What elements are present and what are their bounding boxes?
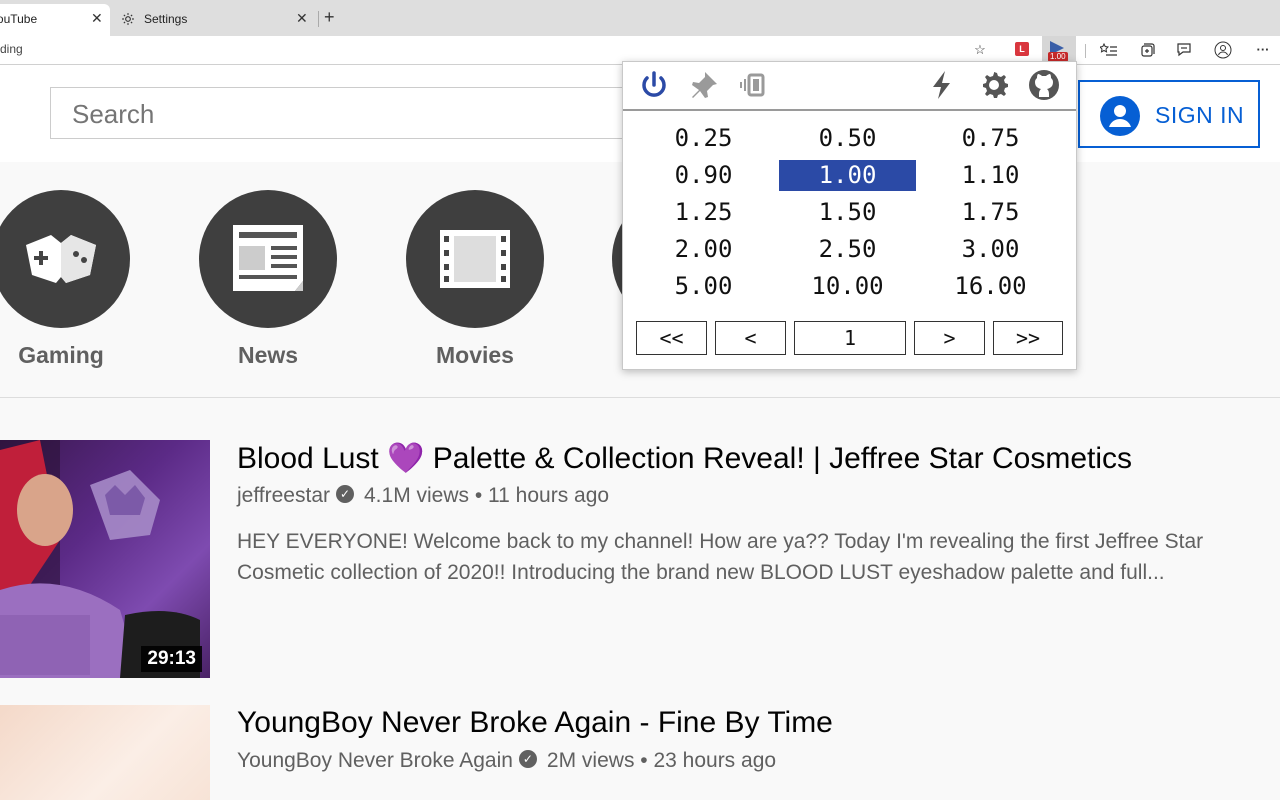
close-icon[interactable]: ✕ (296, 10, 308, 27)
category-movies[interactable]: Movies (406, 190, 544, 368)
video-title[interactable]: Blood Lust 💜 Palette & Collection Reveal… (237, 441, 1132, 476)
address-text[interactable]: ding (0, 42, 23, 56)
close-icon[interactable]: ✕ (91, 10, 103, 27)
search-box[interactable] (50, 87, 650, 139)
github-icon[interactable] (1027, 68, 1061, 102)
category-circle (406, 190, 544, 328)
speed-option[interactable]: 1.25 (635, 197, 772, 228)
category-news[interactable]: News (199, 190, 337, 368)
speed-prev-button[interactable]: < (715, 321, 786, 355)
tab-settings[interactable]: Settings ✕ (112, 4, 318, 36)
lightning-icon[interactable] (925, 68, 959, 102)
film-icon (440, 230, 510, 288)
speed-option[interactable]: 0.75 (922, 123, 1059, 154)
more-menu-icon[interactable]: ··· (1254, 41, 1272, 59)
sign-in-label: SIGN IN (1155, 102, 1245, 128)
favorite-star-icon[interactable]: ☆ (971, 41, 989, 59)
video-description: HEY EVERYONE! Welcome back to my channel… (237, 530, 1204, 584)
video-stats: 4.1M views • 11 hours ago (364, 484, 610, 507)
tab-separator (318, 11, 319, 27)
speed-option[interactable]: 5.00 (635, 271, 772, 302)
speed-option[interactable]: 10.00 (779, 271, 916, 302)
account-icon (1100, 96, 1140, 136)
video-thumbnail[interactable]: 29:13 (0, 440, 210, 678)
speed-option[interactable]: 0.50 (779, 123, 916, 154)
speed-value-input[interactable]: 1 (794, 321, 906, 355)
speed-control-popup: 0.25 0.50 0.75 0.90 1.00 1.10 1.25 1.50 … (622, 61, 1077, 370)
tab-youtube[interactable]: YouTube ✕ (0, 4, 110, 36)
category-label: Gaming (18, 342, 104, 368)
search-input[interactable] (70, 98, 634, 131)
category-gaming[interactable]: Gaming (0, 190, 130, 368)
favorites-icon[interactable] (1100, 41, 1118, 59)
speed-option[interactable]: 0.25 (635, 123, 772, 154)
speed-next-button[interactable]: > (914, 321, 985, 355)
speed-option[interactable]: 1.75 (922, 197, 1059, 228)
power-icon[interactable] (637, 68, 671, 102)
new-tab-plus-icon[interactable]: + (324, 7, 335, 28)
newspaper-icon (233, 225, 303, 291)
category-label: News (237, 342, 299, 368)
speed-extension-button[interactable]: 1.00 (1042, 36, 1076, 64)
toolbar-separator (1085, 44, 1086, 58)
feedback-icon[interactable] (1175, 41, 1193, 59)
popup-toolbar (623, 62, 1076, 111)
video-meta-row: jeffreestar ✓ 4.1M views • 11 hours ago (237, 484, 609, 508)
gamepad-icon (26, 235, 96, 283)
channel-name[interactable]: jeffreestar (237, 484, 330, 507)
speed-option[interactable]: 2.00 (635, 234, 772, 265)
category-label: Movies (436, 342, 514, 368)
video-thumbnail[interactable] (0, 705, 210, 800)
thumbnail-artwork (0, 440, 200, 678)
video-title[interactable]: YoungBoy Never Broke Again - Fine By Tim… (237, 706, 833, 740)
browser-tab-bar: YouTube ✕ Settings ✕ + (0, 0, 1280, 36)
video-meta-row: YoungBoy Never Broke Again ✓ 2M views • 23… (237, 749, 776, 773)
collections-icon[interactable] (1138, 41, 1156, 59)
speed-option[interactable]: 1.10 (922, 160, 1059, 191)
speed-option-selected[interactable]: 1.00 (779, 160, 916, 191)
section-divider (0, 397, 1280, 398)
speed-first-button[interactable]: << (636, 321, 707, 355)
speed-option[interactable]: 3.00 (922, 234, 1059, 265)
category-circle (199, 190, 337, 328)
profile-icon[interactable] (1214, 41, 1232, 59)
speed-option[interactable]: 2.50 (779, 234, 916, 265)
gear-icon (122, 13, 134, 25)
speed-last-button[interactable]: >> (993, 321, 1063, 355)
video-stats: 2M views • 23 hours ago (546, 749, 777, 772)
verified-check-icon: ✓ (336, 485, 354, 504)
speed-option[interactable]: 16.00 (922, 271, 1059, 302)
channel-name[interactable]: YoungBoy Never Broke Again (237, 749, 513, 772)
extension-l-icon[interactable]: L (1015, 42, 1029, 56)
speed-option[interactable]: 1.50 (779, 197, 916, 228)
speed-option[interactable]: 0.90 (635, 160, 772, 191)
sign-in-button[interactable]: SIGN IN (1078, 80, 1260, 148)
pin-icon[interactable] (687, 68, 721, 102)
gear-icon[interactable] (977, 68, 1011, 102)
tab-title: Settings (144, 12, 188, 26)
video-duration: 29:13 (141, 646, 202, 672)
category-circle (0, 190, 130, 328)
mobile-shake-icon[interactable] (737, 68, 771, 102)
tab-title: YouTube (0, 12, 38, 26)
verified-check-icon: ✓ (518, 750, 537, 769)
